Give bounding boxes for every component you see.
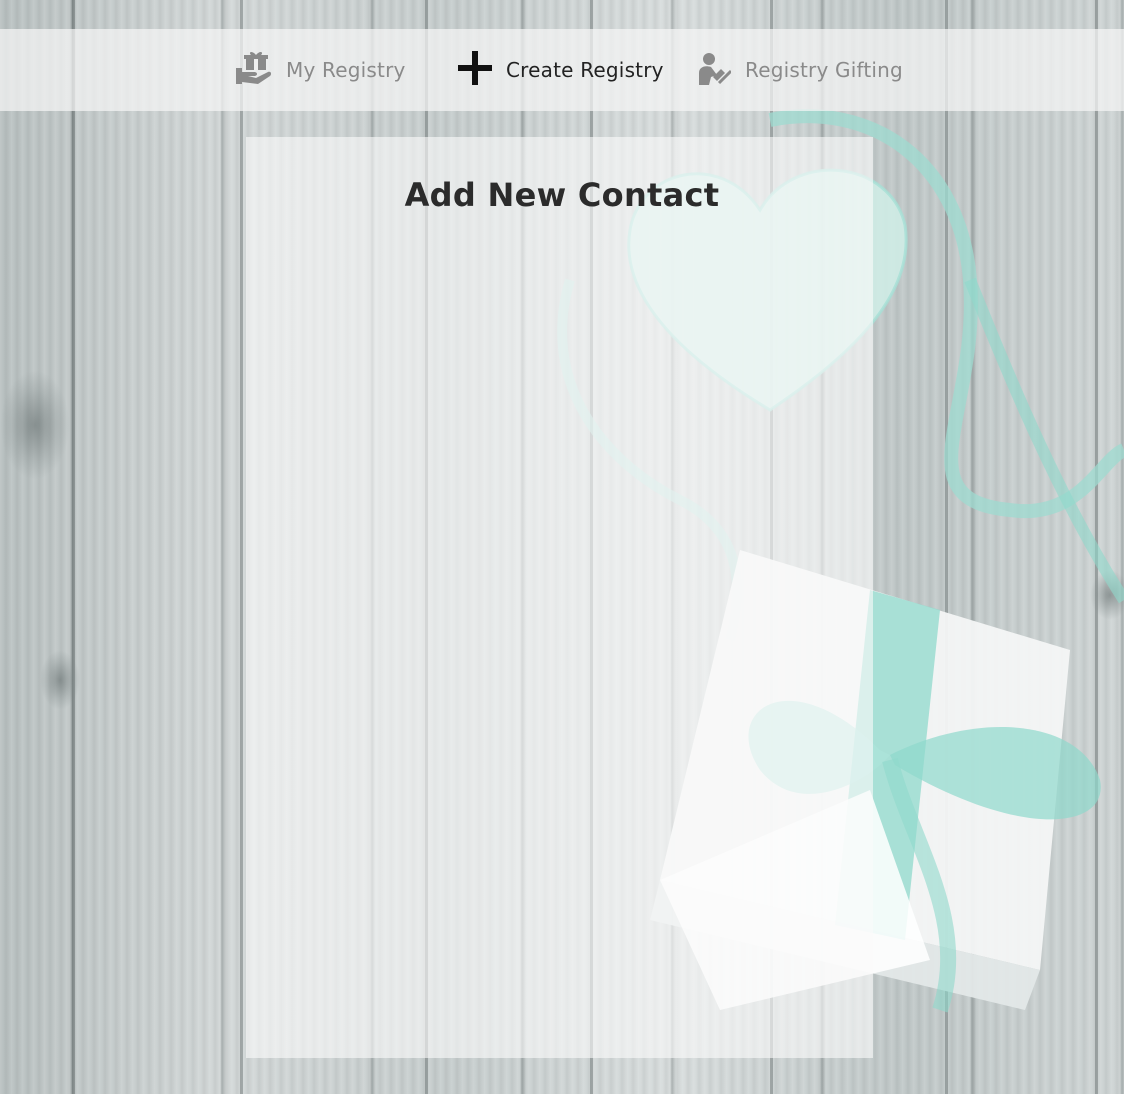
nav-create-registry[interactable]: Create Registry: [458, 29, 664, 111]
top-navigation-bar: My Registry Create Registry Registry Gif…: [0, 29, 1124, 111]
nav-my-registry[interactable]: My Registry: [236, 29, 406, 111]
nav-create-registry-label: Create Registry: [506, 58, 664, 82]
gift-in-hand-icon: [236, 50, 272, 90]
person-with-gift-icon: [699, 51, 733, 89]
wood-knot: [40, 650, 80, 710]
plank-seam: [72, 0, 75, 1094]
plank-seam: [240, 0, 243, 1094]
plus-icon: [458, 51, 492, 89]
page-title: Add New Contact: [404, 176, 720, 214]
nav-registry-gifting-label: Registry Gifting: [745, 58, 903, 82]
wood-knot: [0, 370, 70, 480]
add-contact-panel: [246, 137, 873, 1058]
nav-my-registry-label: My Registry: [286, 58, 406, 82]
nav-registry-gifting[interactable]: Registry Gifting: [699, 29, 903, 111]
